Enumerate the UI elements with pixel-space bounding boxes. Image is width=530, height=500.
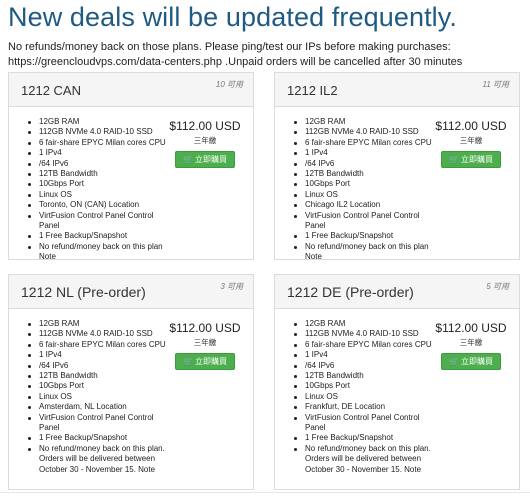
feature-item: 1 IPv4 xyxy=(293,350,441,360)
buy-now-label: 立即購買 xyxy=(194,357,227,366)
feature-item: 6 fair-share EPYC Milan cores CPU xyxy=(27,340,175,350)
price-box: $112.00 USD 三年繳 🛒 立即購買 xyxy=(165,321,245,370)
feature-item: 112GB NVMe 4.0 RAID-10 SSD xyxy=(27,127,175,137)
feature-item: 1 IPv4 xyxy=(27,148,175,158)
feature-item: Toronto, ON (CAN) Location xyxy=(27,200,175,210)
product-card-de: 1212 DE (Pre-order) 5 可用 12GB RAM 112GB … xyxy=(274,274,520,490)
cart-icon: 🛒 xyxy=(449,155,459,164)
feature-item: 12TB Bandwidth xyxy=(27,169,175,179)
buy-now-button[interactable]: 🛒 立即購買 xyxy=(175,353,235,370)
product-name: 1212 CAN xyxy=(21,83,81,98)
card-header: 1212 CAN 10 可用 xyxy=(9,73,253,107)
feature-item: 112GB NVMe 4.0 RAID-10 SSD xyxy=(293,329,441,339)
feature-item: No refund/money back on this plan Note xyxy=(27,242,175,263)
feature-item: 1 Free Backup/Snapshot xyxy=(27,433,175,443)
feature-item: 112GB NVMe 4.0 RAID-10 SSD xyxy=(27,329,175,339)
feature-item: 10Gbps Port xyxy=(27,381,175,391)
feature-item: /64 IPv6 xyxy=(293,361,441,371)
feature-item: 12GB RAM xyxy=(27,319,175,329)
price: $112.00 USD xyxy=(435,321,507,335)
feature-item: Frankfurt, DE Location xyxy=(293,402,441,412)
feature-item: 1 IPv4 xyxy=(293,148,441,158)
feature-item: /64 IPv6 xyxy=(27,159,175,169)
product-card-nl: 1212 NL (Pre-order) 3 可用 12GB RAM 112GB … xyxy=(8,274,254,490)
product-name: 1212 DE (Pre-order) xyxy=(287,284,414,300)
feature-item: 12TB Bandwidth xyxy=(27,371,175,381)
feature-item: 12TB Bandwidth xyxy=(293,371,441,381)
billing-cycle: 三年繳 xyxy=(193,136,217,145)
availability-count: 3 可用 xyxy=(220,282,243,291)
feature-item: No refund/money back on this plan. Order… xyxy=(293,444,441,475)
feature-item: Amsterdam, NL Location xyxy=(27,402,175,412)
product-name: 1212 IL2 xyxy=(287,83,338,98)
feature-item: 1 Free Backup/Snapshot xyxy=(293,433,441,443)
feature-item: 10Gbps Port xyxy=(293,381,441,391)
feature-item: 12GB RAM xyxy=(27,117,175,127)
availability-count: 5 可用 xyxy=(486,282,509,291)
buy-now-button[interactable]: 🛒 立即購買 xyxy=(441,353,501,370)
feature-item: VirtFusion Control Panel Control Panel xyxy=(27,413,175,434)
feature-item: VirtFusion Control Panel Control Panel xyxy=(293,413,441,434)
billing-cycle: 三年繳 xyxy=(459,338,483,347)
feature-item: /64 IPv6 xyxy=(27,361,175,371)
page-title: New deals will be updated frequently. xyxy=(8,2,457,32)
feature-item: 1 Free Backup/Snapshot xyxy=(293,231,441,241)
price: $112.00 USD xyxy=(435,119,507,133)
feature-list: 12GB RAM 112GB NVMe 4.0 RAID-10 SSD 6 fa… xyxy=(293,319,441,475)
price-box: $112.00 USD 三年繳 🛒 立即購買 xyxy=(431,119,511,168)
feature-item: 6 fair-share EPYC Milan cores CPU xyxy=(293,340,441,350)
feature-item: 6 fair-share EPYC Milan cores CPU xyxy=(27,138,175,148)
card-header: 1212 NL (Pre-order) 3 可用 xyxy=(9,275,253,309)
feature-item: VirtFusion Control Panel Control Panel xyxy=(27,211,175,232)
price-box: $112.00 USD 三年繳 🛒 立即購買 xyxy=(431,321,511,370)
product-card-il2: 1212 IL2 11 可用 12GB RAM 112GB NVMe 4.0 R… xyxy=(274,72,520,263)
buy-now-label: 立即購買 xyxy=(194,155,227,164)
feature-item: 12GB RAM xyxy=(293,117,441,127)
buy-now-label: 立即購買 xyxy=(460,155,493,164)
feature-list: 12GB RAM 112GB NVMe 4.0 RAID-10 SSD 6 fa… xyxy=(27,117,175,263)
feature-list: 12GB RAM 112GB NVMe 4.0 RAID-10 SSD 6 fa… xyxy=(27,319,175,475)
feature-list: 12GB RAM 112GB NVMe 4.0 RAID-10 SSD 6 fa… xyxy=(293,117,441,263)
feature-item: Linux OS xyxy=(27,392,175,402)
feature-item: 112GB NVMe 4.0 RAID-10 SSD xyxy=(293,127,441,137)
product-name: 1212 NL (Pre-order) xyxy=(21,284,146,300)
card-header: 1212 DE (Pre-order) 5 可用 xyxy=(275,275,519,309)
price: $112.00 USD xyxy=(169,321,241,335)
billing-cycle: 三年繳 xyxy=(459,136,483,145)
availability-count: 11 可用 xyxy=(482,80,509,89)
price: $112.00 USD xyxy=(169,119,241,133)
cart-icon: 🛒 xyxy=(449,357,459,366)
availability-count: 10 可用 xyxy=(215,80,243,89)
price-box: $112.00 USD 三年繳 🛒 立即購買 xyxy=(165,119,245,168)
feature-item: 12TB Bandwidth xyxy=(293,169,441,179)
cart-icon: 🛒 xyxy=(183,357,193,366)
buy-now-label: 立即購買 xyxy=(460,357,493,366)
feature-item: 10Gbps Port xyxy=(293,179,441,189)
page-divider xyxy=(0,492,530,493)
feature-item: No refund/money back on this plan. Order… xyxy=(27,444,175,475)
feature-item: Linux OS xyxy=(293,190,441,200)
feature-item: /64 IPv6 xyxy=(293,159,441,169)
billing-cycle: 三年繳 xyxy=(193,338,217,347)
buy-now-button[interactable]: 🛒 立即購買 xyxy=(441,151,501,168)
feature-item: 1 IPv4 xyxy=(27,350,175,360)
feature-item: VirtFusion Control Panel Control Panel xyxy=(293,211,441,232)
refund-notice: No refunds/money back on those plans. Pl… xyxy=(8,41,463,68)
card-header: 1212 IL2 11 可用 xyxy=(275,73,519,107)
feature-item: No refund/money back on this plan Note xyxy=(293,242,441,263)
feature-item: 6 fair-share EPYC Milan cores CPU xyxy=(293,138,441,148)
cart-icon: 🛒 xyxy=(183,155,193,164)
buy-now-button[interactable]: 🛒 立即購買 xyxy=(175,151,235,168)
product-card-can: 1212 CAN 10 可用 12GB RAM 112GB NVMe 4.0 R… xyxy=(8,72,254,263)
feature-item: Linux OS xyxy=(293,392,441,402)
feature-item: 12GB RAM xyxy=(293,319,441,329)
feature-item: 10Gbps Port xyxy=(27,179,175,189)
feature-item: Linux OS xyxy=(27,190,175,200)
feature-item: 1 Free Backup/Snapshot xyxy=(27,231,175,241)
feature-item: Chicago IL2 Location xyxy=(293,200,441,210)
